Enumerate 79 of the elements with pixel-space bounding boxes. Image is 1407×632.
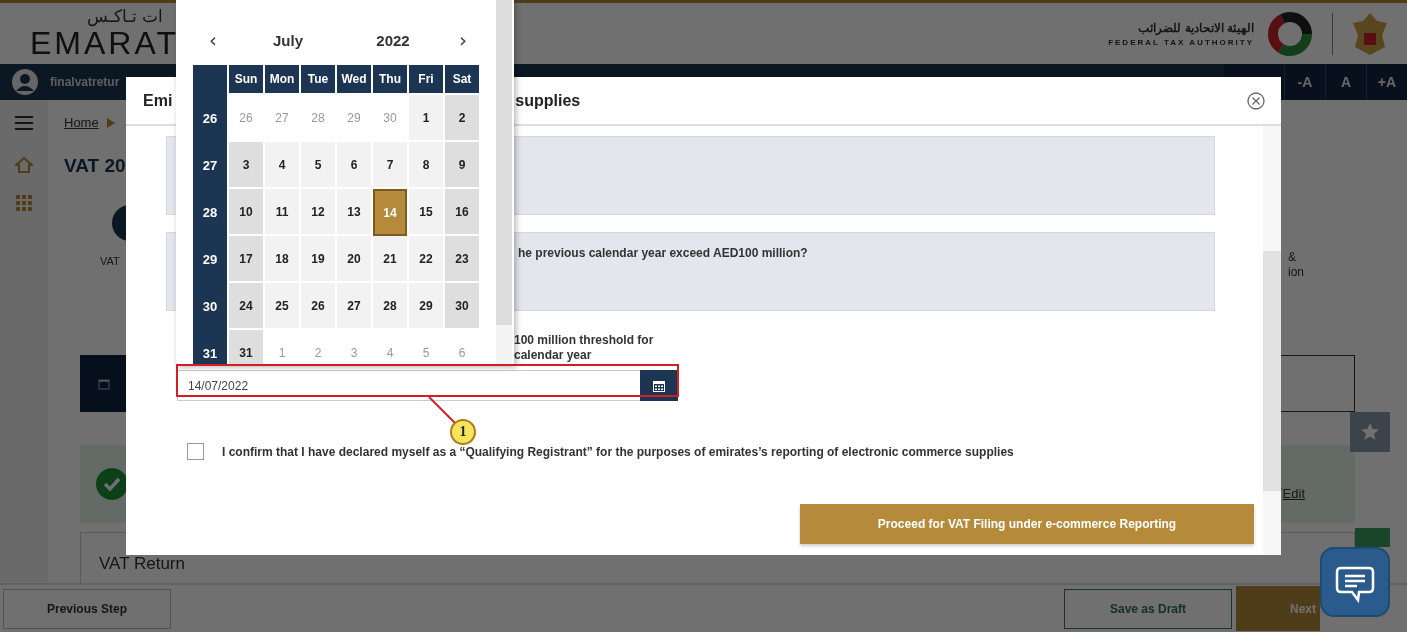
scrollbar-thumb[interactable] xyxy=(1263,251,1281,491)
calendar-day[interactable]: 23 xyxy=(445,236,479,283)
calendar-day[interactable]: 4 xyxy=(265,142,299,189)
calendar-day[interactable]: 5 xyxy=(301,142,335,189)
week-header-cell xyxy=(193,65,227,95)
step-label: VAT xyxy=(100,255,120,267)
home-link[interactable]: Home xyxy=(64,115,99,130)
calendar-day[interactable]: 16 xyxy=(445,189,479,236)
chat-button[interactable] xyxy=(1320,547,1390,617)
weekday-header: Mon xyxy=(265,65,299,95)
confirm-checkbox[interactable] xyxy=(187,443,204,460)
weekday-header: Tue xyxy=(301,65,335,95)
week-number: 31 xyxy=(193,330,227,365)
calendar-day[interactable]: 30 xyxy=(445,283,479,330)
home-icon[interactable] xyxy=(15,157,33,173)
calendar-day[interactable]: 20 xyxy=(337,236,371,283)
calendar-day[interactable]: 18 xyxy=(265,236,299,283)
authority-arabic-name: الهيئة الاتحادية للضرائب xyxy=(1138,20,1254,35)
menu-icon[interactable] xyxy=(15,116,33,130)
month-label[interactable]: July xyxy=(233,31,343,49)
ring-logo-icon xyxy=(1266,9,1314,58)
week-number: 30 xyxy=(193,283,227,330)
weekday-header: Sat xyxy=(445,65,479,95)
calendar-day[interactable]: 7 xyxy=(373,142,407,189)
user-avatar-icon[interactable] xyxy=(12,69,38,95)
weekday-header: Wed xyxy=(337,65,371,95)
modal-title: supplies xyxy=(515,91,581,110)
calendar-day[interactable]: 29 xyxy=(409,283,443,330)
weekday-header: Thu xyxy=(373,65,407,95)
calendar-day[interactable]: 19 xyxy=(301,236,335,283)
step-label: & ion xyxy=(1288,250,1305,281)
calendar-day[interactable]: 24 xyxy=(229,283,263,330)
apps-grid-icon[interactable] xyxy=(16,195,32,211)
calendar-day[interactable]: 17 xyxy=(229,236,263,283)
threshold-text: 100 million threshold for calendar year xyxy=(514,333,655,363)
calendar-day[interactable]: 21 xyxy=(373,236,407,283)
calendar-day[interactable]: 11 xyxy=(265,189,299,236)
calendar-button[interactable] xyxy=(640,370,678,401)
calendar-day[interactable]: 12 xyxy=(301,189,335,236)
scrollbar-thumb[interactable] xyxy=(496,0,512,325)
calendar-day[interactable]: 2 xyxy=(445,95,479,142)
calendar-day[interactable]: 28 xyxy=(373,283,407,330)
authority-name: FEDERAL TAX AUTHORITY xyxy=(1108,37,1254,47)
calendar-day[interactable]: 25 xyxy=(265,283,299,330)
user-name: finalvatretur xyxy=(50,75,120,89)
calendar-day[interactable]: 26 xyxy=(301,283,335,330)
calendar-day[interactable]: 3 xyxy=(229,142,263,189)
breadcrumb-arrow-icon xyxy=(106,117,115,128)
modal-title: Emi xyxy=(143,91,173,110)
weekday-header: Sun xyxy=(229,65,263,95)
calendar-day[interactable]: 6 xyxy=(337,142,371,189)
close-icon[interactable] xyxy=(1247,91,1265,110)
calendar-day[interactable]: 1 xyxy=(409,95,443,142)
logo-text: EMARAT xyxy=(30,27,179,59)
section-title: VAT Return xyxy=(99,554,185,573)
year-label[interactable]: 2022 xyxy=(343,31,443,49)
week-number: 26 xyxy=(193,95,227,142)
calendar-icon[interactable] xyxy=(653,379,665,392)
calendar-icon xyxy=(98,377,110,390)
confirm-text: I confirm that I have declared myself as a “Qualifying Registrant” for the purposes of emirates’s reporting of electronic commerce supplies xyxy=(222,444,1014,459)
week-number: 28 xyxy=(193,189,227,236)
question-text: he previous calendar year exceed AED100 million? xyxy=(518,246,808,260)
previous-step-button[interactable]: Previous Step xyxy=(3,588,171,629)
weekday-header: Fri xyxy=(409,65,443,95)
calendar-day[interactable]: 27 xyxy=(337,283,371,330)
logo-arabic-text: ات تـاكـس xyxy=(87,8,163,25)
calendar-day[interactable]: 10 xyxy=(229,189,263,236)
calendar-day[interactable]: 31 xyxy=(229,330,263,365)
date-field[interactable]: 14/07/2022 xyxy=(177,370,640,401)
star-icon[interactable] xyxy=(1360,422,1380,442)
week-number: 29 xyxy=(193,236,227,283)
calendar-day[interactable]: 22 xyxy=(409,236,443,283)
page-title: VAT 20 xyxy=(64,155,126,176)
calendar-day[interactable]: 8 xyxy=(409,142,443,189)
calendar-day[interactable]: 9 xyxy=(445,142,479,189)
calendar-day[interactable]: 15 xyxy=(409,189,443,236)
calendar-day[interactable]: 13 xyxy=(337,189,371,236)
favorite-button[interactable] xyxy=(1350,412,1390,452)
week-number: 27 xyxy=(193,142,227,189)
